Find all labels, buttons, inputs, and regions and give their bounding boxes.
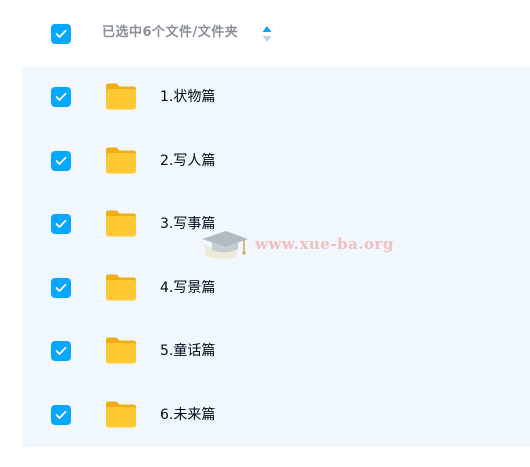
watermark: www.xue-ba.org (200, 225, 393, 265)
select-all-checkbox[interactable] (51, 24, 71, 44)
list-item[interactable]: 1.状物篇 (22, 66, 530, 130)
selection-count-label: 已选中6个文件/文件夹 (102, 25, 239, 40)
file-name[interactable]: 4.写景篇 (160, 278, 215, 298)
checkmark-icon (55, 92, 67, 101)
row-checkbox[interactable] (51, 277, 71, 298)
file-name[interactable]: 6.未来篇 (160, 405, 215, 425)
folder-icon (106, 401, 136, 427)
list-footer-space (22, 447, 530, 467)
list-header: 已选中6个文件/文件夹 (22, 0, 530, 66)
row-checkbox[interactable] (51, 341, 71, 361)
file-list-page: 已选中6个文件/文件夹 1.状物篇 2.写人篇 3.写事篇 4.写景篇 5.童话… (0, 0, 530, 467)
folder-icon (106, 274, 136, 300)
folder-icon (106, 147, 136, 173)
folder-icon (106, 337, 136, 364)
file-name[interactable]: 1.状物篇 (160, 87, 215, 107)
checkmark-icon (55, 346, 67, 355)
left-margin (0, 0, 22, 467)
row-checkbox[interactable] (51, 87, 71, 107)
folder-icon (106, 210, 136, 237)
file-name[interactable]: 5.童话篇 (160, 341, 215, 361)
row-checkbox[interactable] (51, 404, 71, 425)
checkmark-icon (55, 29, 67, 38)
checkmark-icon (55, 219, 67, 228)
folder-icon (106, 83, 136, 110)
checkmark-icon (55, 410, 67, 419)
file-name[interactable]: 2.写人篇 (160, 151, 215, 171)
row-checkbox[interactable] (51, 214, 71, 234)
watermark-text: www.xue-ba.org (255, 235, 394, 253)
checkmark-icon (55, 283, 67, 292)
graduation-cap-icon (202, 231, 248, 259)
list-item[interactable]: 5.童话篇 (22, 320, 530, 384)
checkmark-icon (55, 156, 67, 165)
list-item[interactable]: 6.未来篇 (22, 384, 530, 448)
list-item[interactable]: 4.写景篇 (22, 257, 530, 321)
list-item[interactable]: 2.写人篇 (22, 130, 530, 194)
row-checkbox[interactable] (51, 150, 71, 171)
sort-icon[interactable] (261, 25, 273, 43)
